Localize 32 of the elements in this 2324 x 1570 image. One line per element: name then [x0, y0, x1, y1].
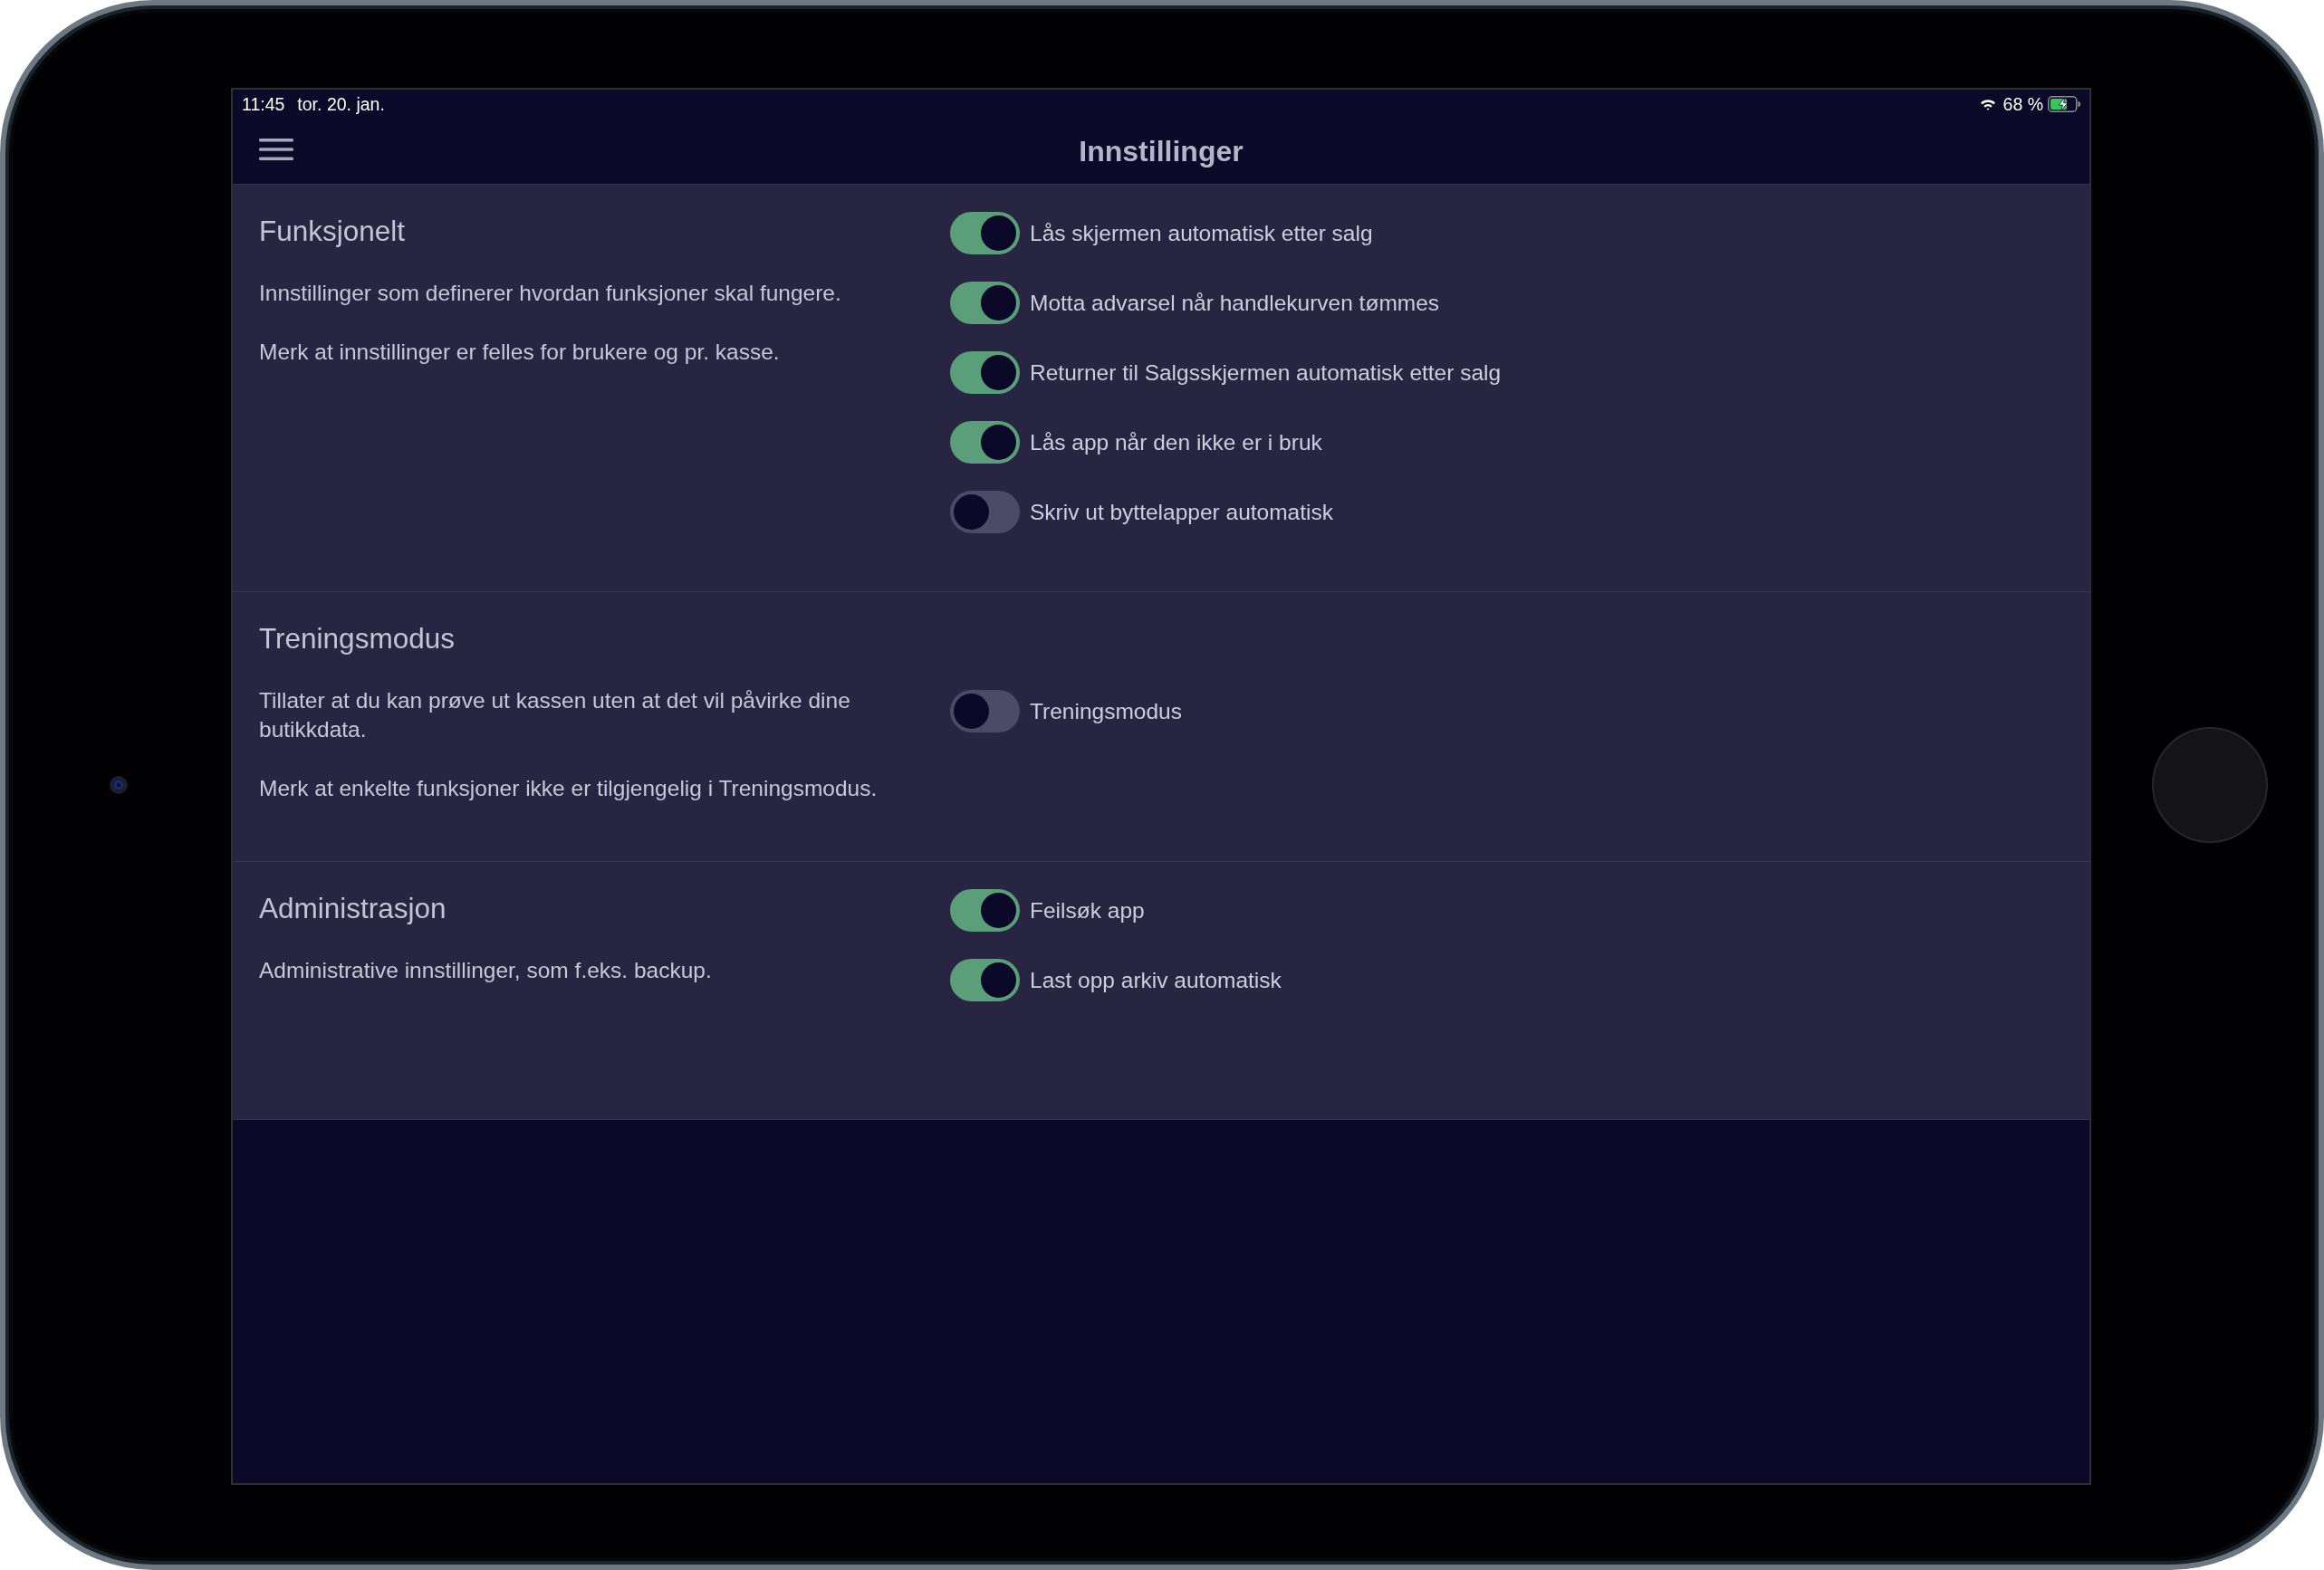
toggle-switch[interactable] — [950, 351, 1020, 394]
menu-icon[interactable] — [259, 139, 293, 160]
toggle-label: Motta advarsel når handlekurven tømmes — [1030, 290, 1440, 316]
toggle-label: Returner til Salgsskjermen automatisk etter salg — [1030, 359, 1502, 386]
toggle-switch[interactable] — [950, 212, 1020, 254]
section-description: Administrative innstillinger, som f.eks. backup. — [259, 957, 713, 984]
battery-percent: 68 % — [2002, 93, 2043, 115]
toggle-label: Treningsmodus — [1030, 698, 1182, 724]
toggle-label: Skriv ut byttelapper automatisk — [1030, 499, 1333, 525]
page-title: Innstillinger — [1079, 134, 1244, 168]
toggle-label: Lås skjermen automatisk etter salg — [1030, 220, 1373, 246]
section-description: Tillater at du kan prøve ut kassen uten at det vil påvirke dine butikkdata. — [259, 687, 851, 743]
section-title: Funksjonelt — [259, 215, 407, 247]
toggle-switch[interactable] — [950, 282, 1020, 324]
section-description: Merk at innstillinger er felles for brukere og pr. kasse. — [259, 339, 781, 366]
section-description: Innstillinger som definerer hvordan funksjoner skal fungere. — [259, 280, 842, 307]
section-title: Treningsmodus — [259, 622, 456, 655]
section-description: Merk at enkelte funksjoner ikke er tilgjengelig i Treningsmodus. — [259, 775, 879, 802]
toggle-switch[interactable] — [950, 421, 1020, 464]
wifi-icon — [1979, 98, 1996, 110]
toggle-label: Feilsøk app — [1030, 897, 1145, 924]
battery-charging-icon — [2048, 96, 2080, 112]
toggle-switch[interactable] — [950, 690, 1020, 732]
status-date: tor. 20. jan. — [297, 93, 385, 115]
section-title: Administrasjon — [259, 892, 447, 924]
toggle-label: Last opp arkiv automatisk — [1030, 967, 1282, 993]
toggle-switch[interactable] — [950, 959, 1020, 1001]
toggle-switch[interactable] — [950, 491, 1020, 533]
toggle-label: Lås app når den ikke er i bruk — [1030, 429, 1322, 455]
camera-icon — [109, 776, 128, 794]
toggle-switch[interactable] — [950, 889, 1020, 932]
status-time: 11:45 — [242, 93, 285, 115]
